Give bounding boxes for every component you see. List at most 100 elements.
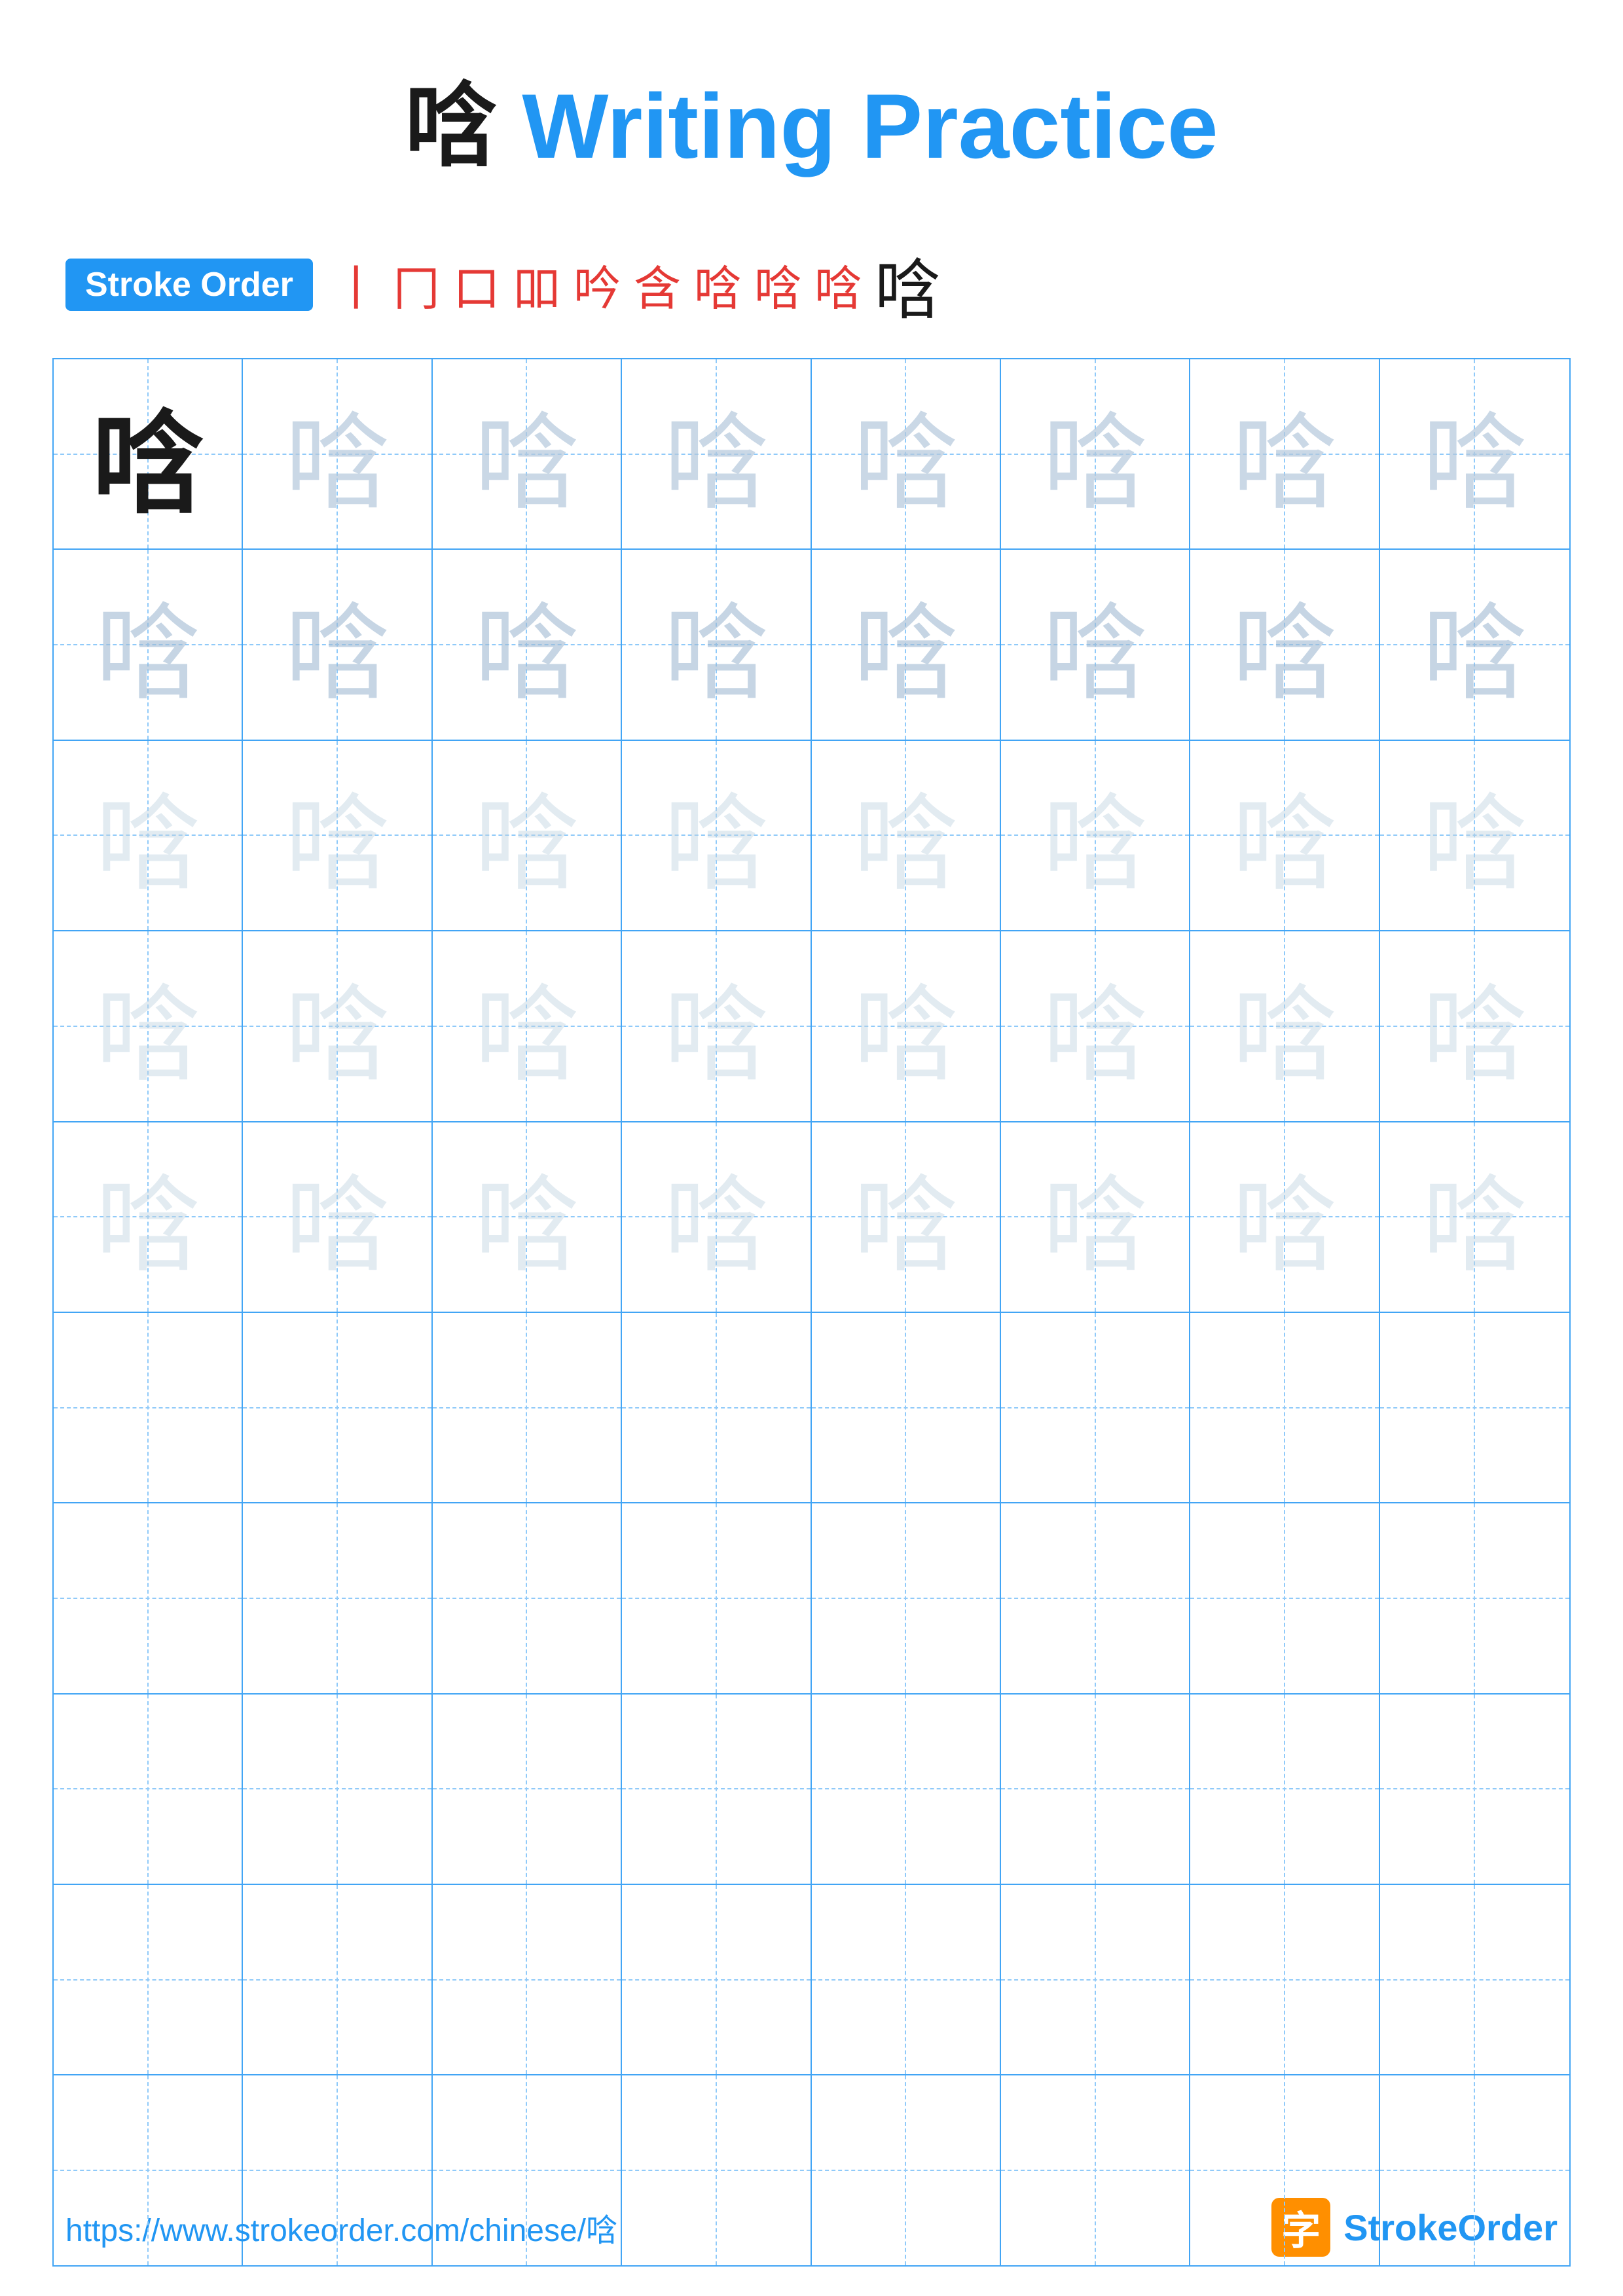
grid-cell-4-8[interactable]: 唅 [1380,931,1569,1121]
grid-cell-9-6[interactable] [1001,1885,1190,2074]
grid-cell-8-8[interactable] [1380,1695,1569,1884]
grid-cell-1-2[interactable]: 唅 [243,359,432,548]
char-guide: 唅 [1043,1141,1148,1293]
grid-cell-4-7[interactable]: 唅 [1190,931,1379,1121]
title-text: Writing Practice [496,75,1218,177]
grid-cell-8-4[interactable] [622,1695,811,1884]
char-guide: 唅 [96,569,200,721]
grid-cell-5-7[interactable]: 唅 [1190,1122,1379,1312]
stroke-sequence: 丨 冂 口 吅 吟 含 唅 唅 唅 唅 [333,237,940,332]
grid-cell-5-5[interactable]: 唅 [812,1122,1001,1312]
grid-cell-3-1[interactable]: 唅 [54,741,243,930]
grid-cell-2-6[interactable]: 唅 [1001,550,1190,739]
grid-cell-5-8[interactable]: 唅 [1380,1122,1569,1312]
grid-cell-2-8[interactable]: 唅 [1380,550,1569,739]
grid-cell-1-6[interactable]: 唅 [1001,359,1190,548]
grid-cell-7-8[interactable] [1380,1503,1569,1693]
grid-cell-2-2[interactable]: 唅 [243,550,432,739]
grid-cell-6-2[interactable] [243,1313,432,1502]
grid-cell-2-4[interactable]: 唅 [622,550,811,739]
grid-cell-4-1[interactable]: 唅 [54,931,243,1121]
grid-cell-3-7[interactable]: 唅 [1190,741,1379,930]
grid-cell-3-8[interactable]: 唅 [1380,741,1569,930]
grid-cell-7-4[interactable] [622,1503,811,1693]
grid-cell-1-7[interactable]: 唅 [1190,359,1379,548]
grid-cell-6-4[interactable] [622,1313,811,1502]
grid-cell-6-7[interactable] [1190,1313,1379,1502]
grid-cell-7-7[interactable] [1190,1503,1379,1693]
grid-cell-5-3[interactable]: 唅 [433,1122,622,1312]
grid-cell-3-2[interactable]: 唅 [243,741,432,930]
grid-cell-6-3[interactable] [433,1313,622,1502]
grid-cell-1-3[interactable]: 唅 [433,359,622,548]
grid-cell-9-8[interactable] [1380,1885,1569,2074]
grid-cell-7-5[interactable] [812,1503,1001,1693]
grid-cell-1-4[interactable]: 唅 [622,359,811,548]
grid-cell-3-3[interactable]: 唅 [433,741,622,930]
grid-cell-9-1[interactable] [54,1885,243,2074]
grid-cell-4-2[interactable]: 唅 [243,931,432,1121]
grid-row-9 [54,1885,1569,2075]
grid-cell-2-7[interactable]: 唅 [1190,550,1379,739]
char-guide: 唅 [1232,378,1337,530]
grid-cell-5-6[interactable]: 唅 [1001,1122,1190,1312]
grid-cell-5-4[interactable]: 唅 [622,1122,811,1312]
grid-cell-9-4[interactable] [622,1885,811,2074]
grid-cell-9-3[interactable] [433,1885,622,2074]
grid-cell-6-1[interactable] [54,1313,243,1502]
grid-cell-5-2[interactable]: 唅 [243,1122,432,1312]
grid-cell-2-5[interactable]: 唅 [812,550,1001,739]
grid-cell-2-1[interactable]: 唅 [54,550,243,739]
grid-cell-4-5[interactable]: 唅 [812,931,1001,1121]
grid-cell-1-8[interactable]: 唅 [1380,359,1569,548]
grid-cell-1-1[interactable]: 唅 [54,359,243,548]
grid-cell-9-2[interactable] [243,1885,432,2074]
grid-cell-7-2[interactable] [243,1503,432,1693]
grid-cell-3-6[interactable]: 唅 [1001,741,1190,930]
grid-cell-4-4[interactable]: 唅 [622,931,811,1121]
char-guide: 唅 [1232,759,1337,911]
grid-cell-4-3[interactable]: 唅 [433,931,622,1121]
brand-icon: 字 [1271,2198,1330,2257]
char-guide: 唅 [1422,759,1527,911]
grid-cell-7-6[interactable] [1001,1503,1190,1693]
grid-cell-8-7[interactable] [1190,1695,1379,1884]
grid-cell-6-6[interactable] [1001,1313,1190,1502]
char-guide: 唅 [96,1141,200,1293]
stroke-5: 吟 [574,250,621,319]
grid-cell-5-1[interactable]: 唅 [54,1122,243,1312]
char-guide: 唅 [474,569,579,721]
grid-cell-6-8[interactable] [1380,1313,1569,1502]
grid-cell-1-5[interactable]: 唅 [812,359,1001,548]
grid-cell-6-5[interactable] [812,1313,1001,1502]
stroke-order-section: Stroke Order 丨 冂 口 吅 吟 含 唅 唅 唅 唅 [0,224,1623,358]
grid-cell-3-4[interactable]: 唅 [622,741,811,930]
char-guide: 唅 [1232,950,1337,1102]
grid-cell-8-1[interactable] [54,1695,243,1884]
grid-cell-8-6[interactable] [1001,1695,1190,1884]
stroke-9: 唅 [814,250,862,319]
char-guide: 唅 [1422,1141,1527,1293]
brand-name-part1: Stroke [1343,2207,1457,2248]
char-guide: 唅 [664,569,769,721]
char-guide: 唅 [1422,950,1527,1102]
grid-cell-8-5[interactable] [812,1695,1001,1884]
stroke-4: 吅 [513,250,560,319]
grid-cell-9-7[interactable] [1190,1885,1379,2074]
grid-cell-3-5[interactable]: 唅 [812,741,1001,930]
grid-cell-2-3[interactable]: 唅 [433,550,622,739]
char-guide: 唅 [853,759,958,911]
grid-cell-8-2[interactable] [243,1695,432,1884]
grid-cell-8-3[interactable] [433,1695,622,1884]
char-dark: 唅 [92,374,204,535]
footer-brand: 字 StrokeOrder [1271,2198,1558,2257]
grid-row-6 [54,1313,1569,1503]
grid-row-1: 唅 唅 唅 唅 唅 唅 唅 唅 [54,359,1569,550]
grid-cell-7-1[interactable] [54,1503,243,1693]
char-guide: 唅 [1232,569,1337,721]
char-guide: 唅 [285,950,390,1102]
brand-name-part2: Order [1458,2207,1558,2248]
grid-cell-9-5[interactable] [812,1885,1001,2074]
grid-cell-7-3[interactable] [433,1503,622,1693]
grid-cell-4-6[interactable]: 唅 [1001,931,1190,1121]
